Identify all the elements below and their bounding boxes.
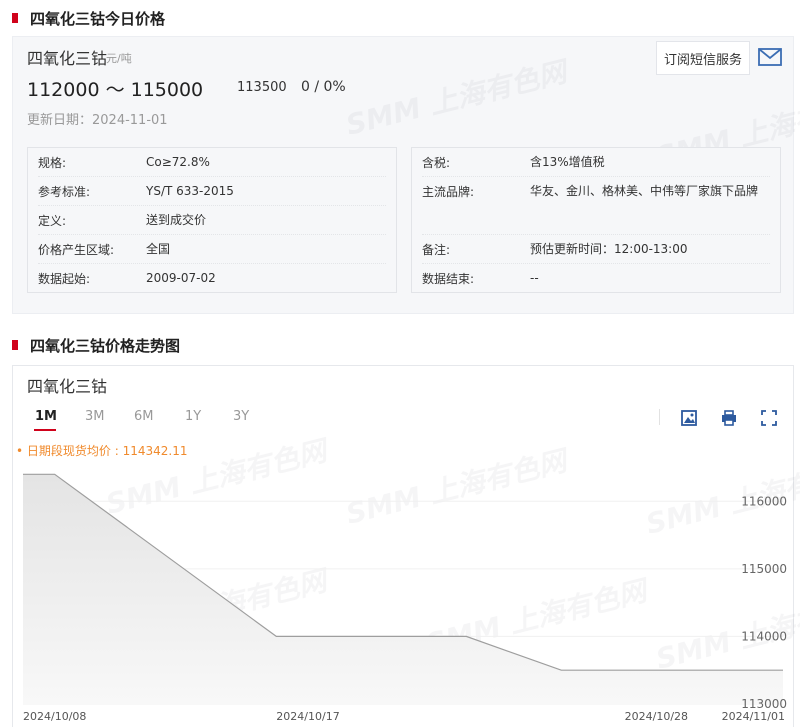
spec-row: 数据起始: 2009-07-02 — [38, 264, 386, 293]
price-trend-chart-card: 四氧化三钴 1M 3M 6M 1Y 3Y • 日期段现货均价 : 114342.… — [12, 365, 800, 727]
mail-icon[interactable] — [758, 48, 782, 66]
spec-value: Co≥72.8% — [146, 155, 210, 169]
price-trend-chart: 113000 114000 115000 116000 2024/10/08 2024/1… — [23, 473, 787, 723]
subscribe-sms-button[interactable]: 订阅短信服务 — [656, 41, 750, 75]
spec-key: 数据起始: — [38, 272, 91, 286]
spec-value: 华友、金川、格林美、中伟等厂家旗下品牌 — [530, 184, 759, 198]
spec-table-left: 规格: Co≥72.8% 参考标准: YS/T 633-2015 定义: 送到成… — [27, 147, 397, 293]
x-tick-label: 2024/10/08 — [23, 710, 86, 723]
spec-row: 规格: Co≥72.8% — [38, 148, 386, 177]
y-tick-label: 114000 — [741, 629, 787, 643]
spec-key: 定义: — [38, 214, 67, 228]
section-title-today-price: 四氧化三钴今日价格 — [12, 8, 165, 28]
spec-row: 主流品牌: 华友、金川、格林美、中伟等厂家旗下品牌 — [422, 177, 770, 235]
spec-key: 参考标准: — [38, 185, 91, 199]
spec-table-right: 含税: 含13%增值税 主流品牌: 华友、金川、格林美、中伟等厂家旗下品牌 备注… — [411, 147, 781, 293]
spec-row: 备注: 预估更新时间：12:00-13:00 — [422, 235, 770, 264]
y-tick-label: 115000 — [741, 562, 787, 576]
section-marker — [12, 13, 18, 23]
y-tick-label: 113000 — [741, 697, 787, 711]
spec-row: 数据结束: -- — [422, 264, 770, 293]
spec-row: 含税: 含13%增值税 — [422, 148, 770, 177]
price-area — [23, 474, 783, 704]
section-marker — [12, 340, 18, 350]
spec-key: 价格产生区域: — [38, 243, 115, 257]
price-unit: 元/吨 — [106, 52, 132, 65]
spec-key: 主流品牌: — [422, 185, 475, 199]
spec-value: -- — [530, 271, 539, 285]
spec-key: 数据结束: — [422, 272, 475, 286]
spec-row: 价格产生区域: 全国 — [38, 235, 386, 264]
spec-value: YS/T 633-2015 — [146, 184, 234, 198]
spec-value: 2009-07-02 — [146, 271, 216, 285]
spec-row: 参考标准: YS/T 633-2015 — [38, 177, 386, 206]
spec-value: 送到成交价 — [146, 213, 207, 227]
section-title-price-trend: 四氧化三钴价格走势图 — [12, 335, 180, 355]
spec-key: 备注: — [422, 243, 451, 257]
spec-key: 规格: — [38, 156, 67, 170]
y-tick-label: 116000 — [741, 494, 787, 508]
price-card: SMM 上海有色网 SMM 上海有色网 四氧化三钴 元/吨 112000 ～ 1… — [12, 36, 800, 314]
product-name: 四氧化三钴 — [27, 49, 108, 68]
average-price: 113500 — [237, 80, 287, 95]
update-date: 更新日期：2024-11-01 — [27, 113, 168, 128]
section-title-text: 四氧化三钴价格走势图 — [30, 336, 181, 355]
spec-value: 预估更新时间：12:00-13:00 — [530, 242, 688, 256]
price-change: 0 / 0% — [301, 79, 346, 95]
watermark: SMM 上海有色网 — [342, 55, 570, 142]
spec-key: 含税: — [422, 156, 451, 170]
x-tick-label: 2024/10/17 — [276, 710, 339, 723]
spec-row: 定义: 送到成交价 — [38, 206, 386, 235]
x-tick-label: 2024/11/01 — [722, 710, 785, 723]
spec-value: 全国 — [146, 242, 171, 256]
section-title-text: 四氧化三钴今日价格 — [30, 9, 166, 28]
x-tick-label: 2024/10/28 — [625, 710, 688, 723]
price-range: 112000 ～ 115000 — [27, 79, 204, 101]
spec-value: 含13%增值税 — [530, 155, 605, 169]
